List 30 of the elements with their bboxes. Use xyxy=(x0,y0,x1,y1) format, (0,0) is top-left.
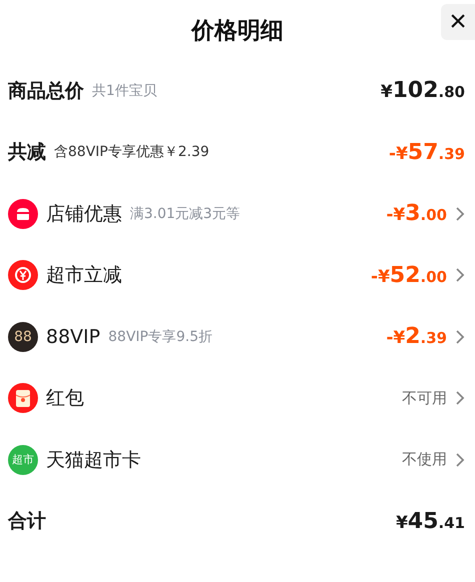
vip-badge-icon: 88 xyxy=(8,322,38,352)
status-text: 不使用 xyxy=(402,450,447,470)
row-label: 超市立减 xyxy=(46,263,122,288)
price-amount: -¥2.39 xyxy=(386,324,447,350)
price-amount: ¥102.80 xyxy=(380,78,465,104)
price-amount: ¥45.41 xyxy=(396,508,465,534)
row-note: 88VIP专享9.5折 xyxy=(108,328,212,346)
price-amount: -¥3.00 xyxy=(386,201,447,226)
envelope-icon xyxy=(8,383,38,414)
row-label: 店铺优惠 xyxy=(46,202,122,227)
price-amount: -¥52.00 xyxy=(370,262,447,288)
chevron-icon[interactable] xyxy=(455,452,465,467)
row-label: 红包 xyxy=(46,386,84,412)
chevron-icon[interactable] xyxy=(455,330,465,344)
row-note: 含88VIP专享优惠￥2.39 xyxy=(54,143,210,162)
chevron-icon[interactable] xyxy=(455,268,465,282)
row-label: 合计 xyxy=(8,509,46,534)
row-label: 天猫超市卡 xyxy=(46,448,141,473)
row-label: 商品总价 xyxy=(8,78,84,104)
sheet-title: 价格明细 xyxy=(192,16,284,46)
close-button[interactable]: × xyxy=(441,4,475,40)
row-note: 共1件宝贝 xyxy=(92,82,157,100)
chevron-icon[interactable] xyxy=(455,391,465,406)
chevron-icon[interactable] xyxy=(455,206,465,221)
row-note: 满3.01元减3元等 xyxy=(130,204,240,223)
market-card-icon: 超市 xyxy=(8,444,38,475)
row-label: 88VIP xyxy=(46,326,100,348)
row-label: 共减 xyxy=(8,140,46,166)
price-amount: -¥57.39 xyxy=(388,140,465,165)
status-text: 不可用 xyxy=(402,388,447,408)
